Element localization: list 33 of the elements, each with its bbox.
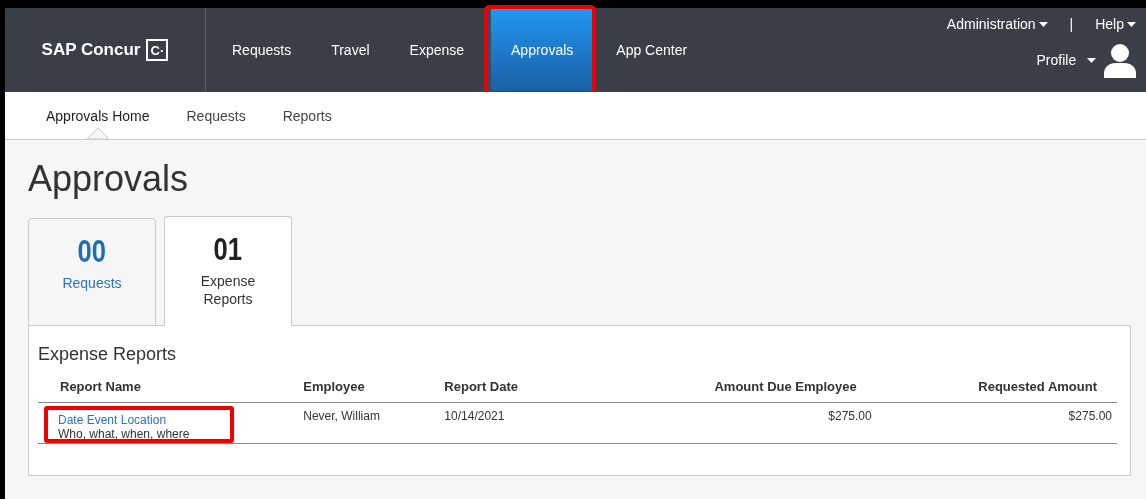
caret-icon — [1087, 57, 1096, 63]
caret-icon — [1038, 21, 1048, 27]
nav-tab[interactable]: Travel — [311, 8, 390, 92]
avatar-icon[interactable] — [1104, 42, 1136, 78]
nav-tab[interactable]: Requests — [212, 8, 312, 92]
table-cell: $275.00 — [558, 402, 874, 444]
subnav-tab[interactable]: Requests — [186, 92, 246, 139]
nav-tab[interactable]: App Center — [596, 8, 708, 92]
table-cell: 10/14/2021 — [444, 402, 559, 444]
table-cell: $275.00 — [873, 402, 1117, 444]
column-header: Report Date — [444, 379, 559, 403]
menu-link[interactable]: Help — [1095, 16, 1136, 32]
brand-logo: C· — [146, 39, 169, 61]
subnav-tab[interactable]: Approvals Home — [46, 92, 150, 139]
column-header: Requested Amount — [873, 379, 1117, 403]
subnav-tab[interactable]: Reports — [282, 92, 332, 139]
page-title: Approvals — [28, 158, 190, 200]
report-link[interactable]: Date Event Location — [58, 413, 230, 427]
nav-tab[interactable]: Approvals — [487, 8, 594, 92]
brand-name: SAP Concur — [41, 40, 141, 60]
table-cell: Never, William — [303, 402, 445, 444]
column-header: Report Name — [38, 379, 304, 403]
separator: | — [1069, 16, 1074, 32]
column-header: Amount Due Employee — [558, 379, 874, 403]
summary-tab[interactable]: 00 Requests — [28, 218, 156, 326]
column-header: Employee — [303, 379, 445, 403]
section-title: Expense Reports — [38, 344, 178, 365]
profile-menu[interactable]: Profile — [1036, 52, 1096, 68]
summary-tab[interactable]: 01 Expense Reports — [164, 216, 292, 326]
report-purpose: Who, what, when, where — [58, 427, 191, 441]
caret-icon — [1127, 21, 1136, 27]
nav-tab[interactable]: Expense — [389, 8, 485, 92]
menu-link[interactable]: Administration — [946, 16, 1048, 32]
